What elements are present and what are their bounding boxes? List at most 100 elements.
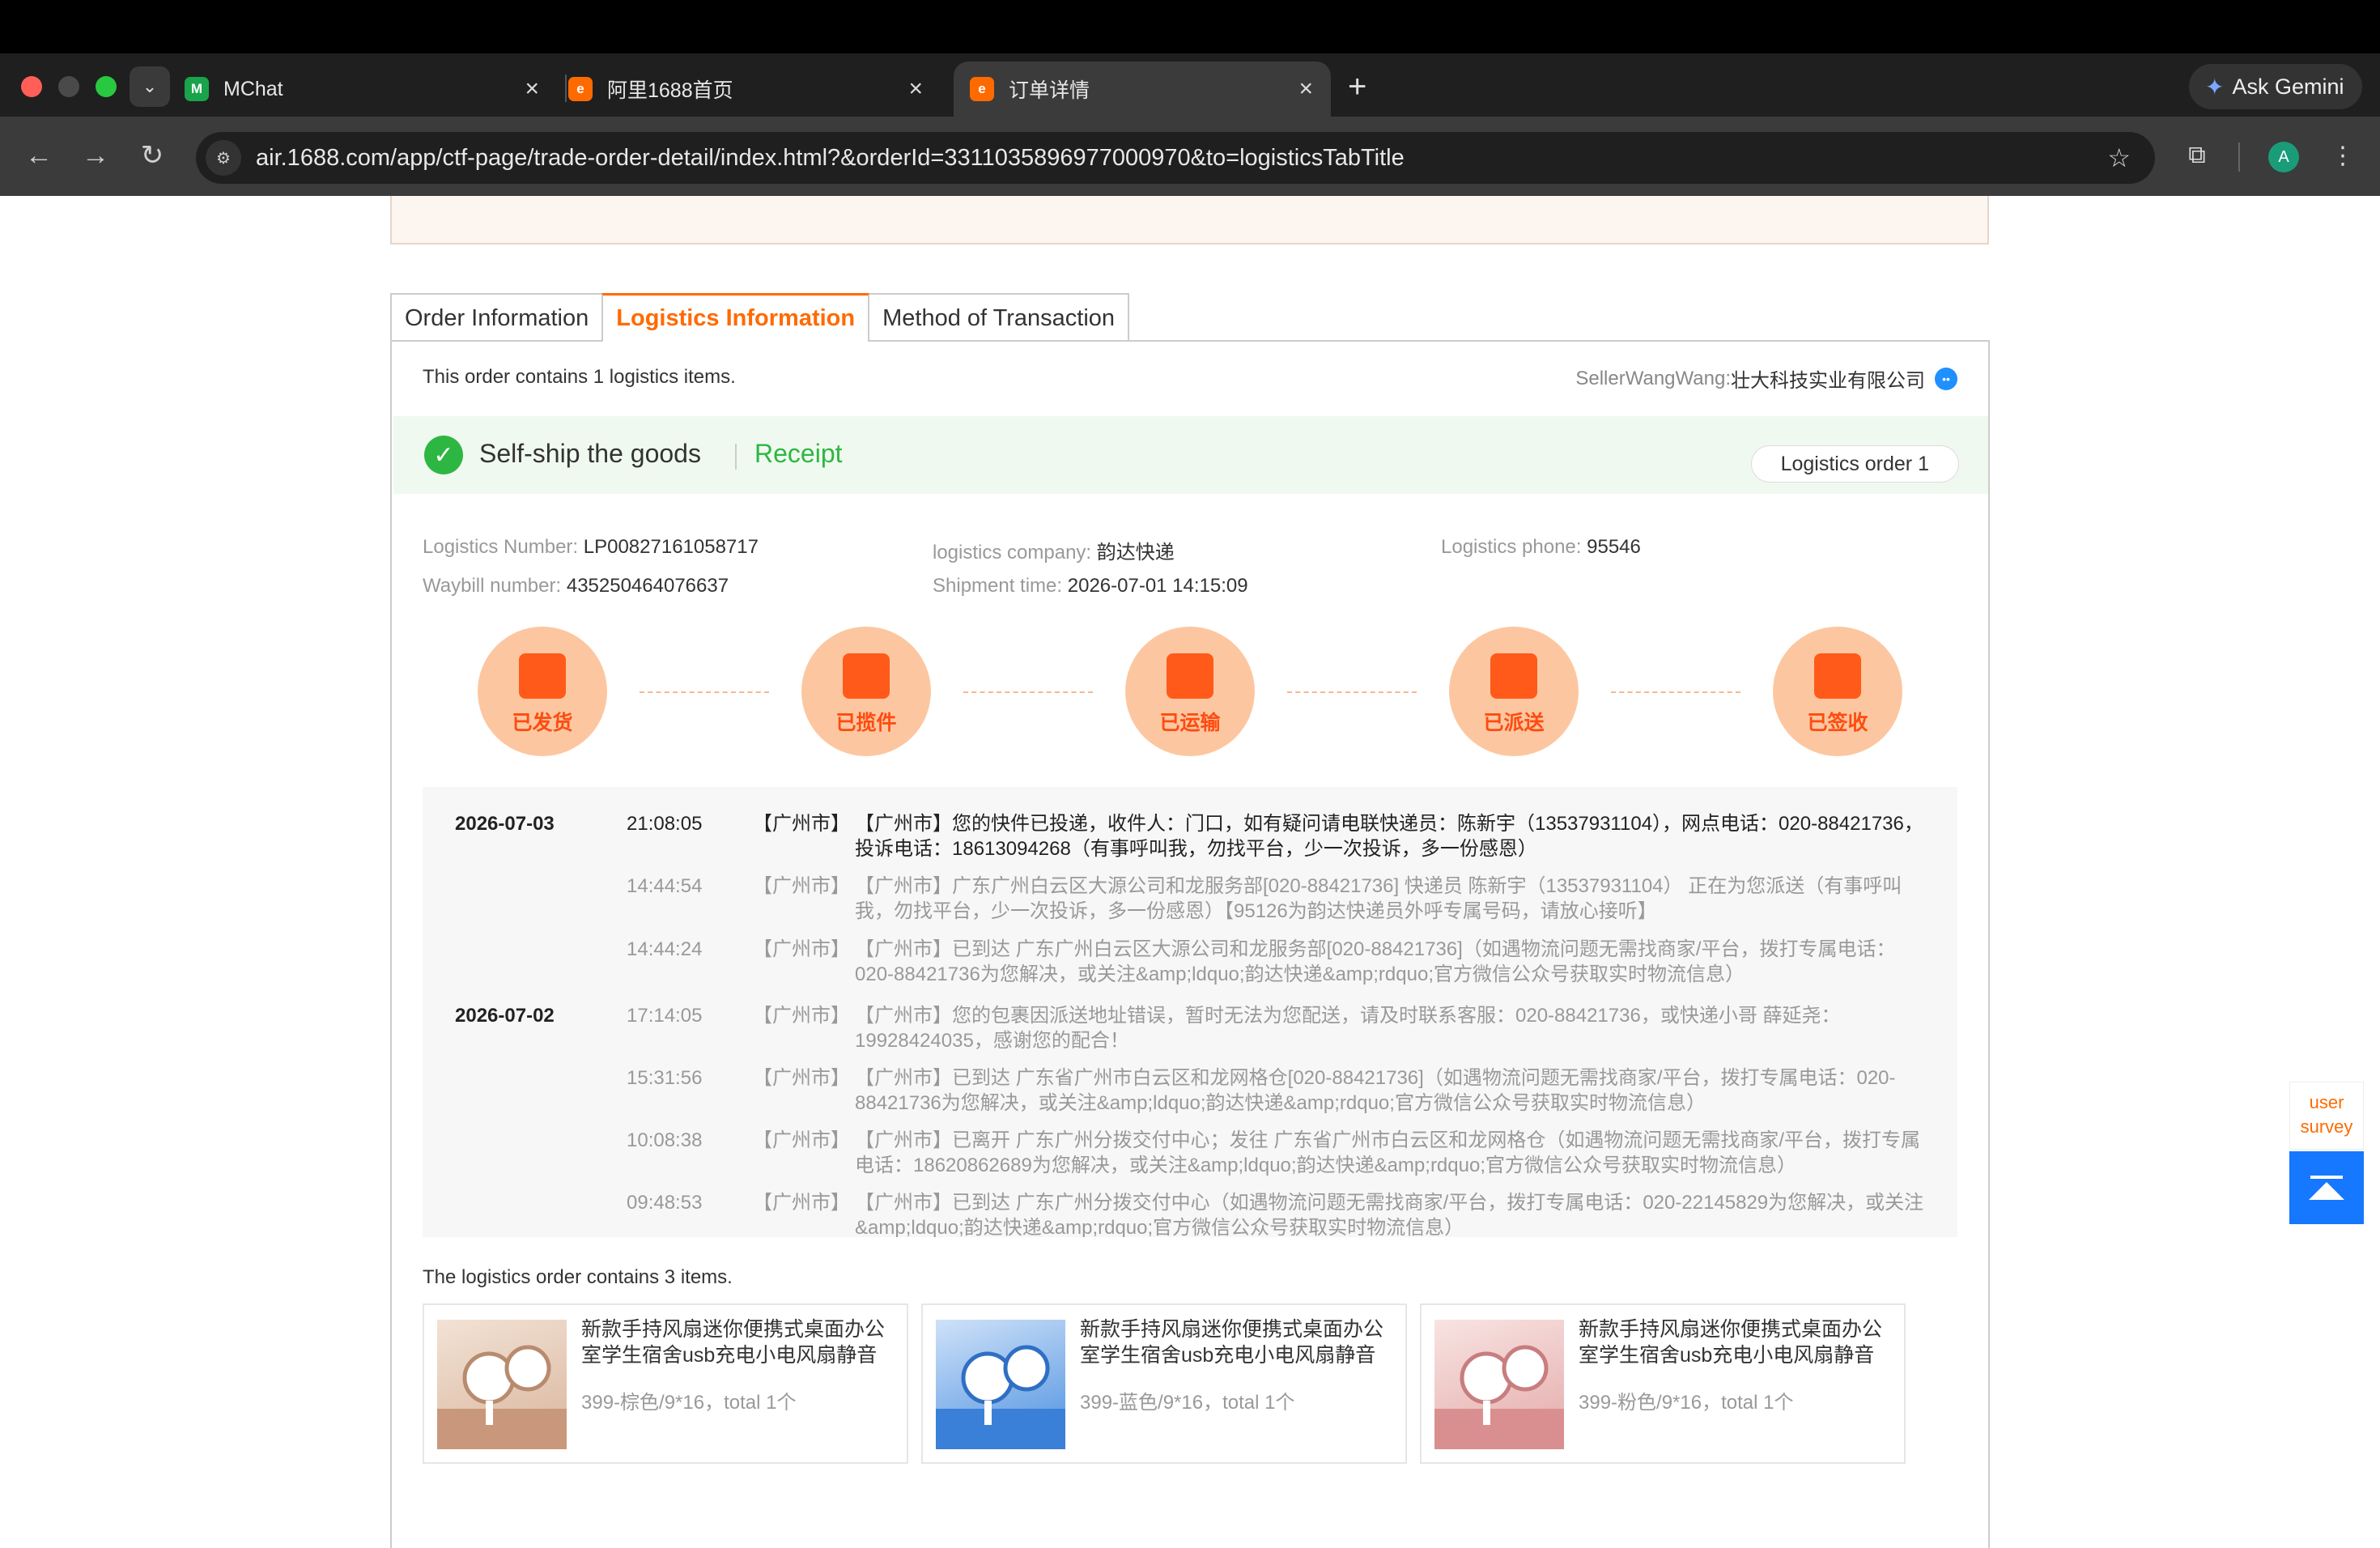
tracking-time: 14:44:24 (627, 938, 703, 960)
product-spec: 399-蓝色/9*16，total 1个 (1080, 1392, 1295, 1414)
tab-method-of-transaction[interactable]: Method of Transaction (868, 293, 1130, 342)
tracking-time: 17:14:05 (627, 1005, 703, 1027)
minimize-window-button[interactable] (58, 76, 79, 97)
logistics-phone: Logistics phone: 95546 (1441, 536, 1641, 559)
back-button[interactable]: ← (19, 136, 58, 175)
reload-button[interactable]: ↻ (133, 136, 172, 175)
profile-avatar[interactable]: A (2268, 142, 2299, 172)
ask-gemini-button[interactable]: ✦ Ask Gemini (2189, 64, 2362, 109)
tracking-city: 【广州市】 (753, 875, 850, 897)
tab-title: 阿里1688首页 (607, 79, 733, 102)
tracking-desc: 【广州市】已到达 广东省广州市白云区和龙网格仓[020-88421736]（如遇… (855, 1067, 1896, 1114)
tab-logistics-information[interactable]: Logistics Information (601, 293, 870, 342)
close-window-button[interactable] (21, 76, 42, 97)
chevron-down-icon: ⌄ (142, 76, 158, 96)
arrow-right-icon: → (82, 139, 109, 171)
address-bar[interactable]: ⚙ air.1688.com/app/ctf-page/trade-order-… (196, 132, 2155, 184)
product-thumbnail[interactable] (936, 1320, 1065, 1449)
step-label: 已派送 (1483, 712, 1545, 734)
tracking-time: 10:08:38 (627, 1129, 703, 1151)
arrow-up-icon (2309, 1182, 2344, 1200)
step-label: 已揽件 (835, 712, 897, 734)
items-count-text: The logistics order contains 3 items. (423, 1266, 733, 1288)
product-name[interactable]: 新款手持风扇迷你便携式桌面办公室学生宿舍usb充电小电风扇静音 (581, 1316, 902, 1368)
shipment-time: Shipment time: 2026-07-01 14:15:09 (933, 575, 1248, 598)
tracking-desc: 【广州市】您的包裹因派送地址错误，暂时无法为您配送，请及时联系客服：020-88… (855, 1005, 1841, 1052)
browser-tab-mchat[interactable]: M MChat × (185, 62, 557, 117)
more-menu-icon[interactable]: ⋮ (2325, 138, 2361, 173)
mchat-favicon-icon: M (185, 77, 209, 101)
fan-image-icon (1434, 1345, 1564, 1449)
tracking-time: 15:31:56 (627, 1067, 703, 1089)
tracking-city: 【广州市】 (753, 1129, 850, 1151)
step-connector (640, 691, 769, 693)
browser-tab-order-detail[interactable]: e 订单详情 × (954, 62, 1331, 117)
tracking-desc: 【广州市】已到达 广东广州分拨交付中心（如遇物流问题无需找商家/平台，拨打专属电… (855, 1192, 1924, 1237)
macos-menubar (0, 0, 2380, 53)
product-card[interactable]: 新款手持风扇迷你便携式桌面办公室学生宿舍usb充电小电风扇静音 399-棕色/9… (423, 1303, 908, 1464)
logistics-count-text: This order contains 1 logistics items. (423, 366, 736, 388)
reload-icon: ↻ (140, 140, 164, 171)
clipboard-list-icon (843, 653, 890, 699)
step-label: 已发货 (512, 712, 573, 734)
tab-order-information[interactable]: Order Information (390, 293, 604, 342)
logistics-company: logistics company: 韵达快递 (933, 536, 1175, 564)
product-spec: 399-粉色/9*16，total 1个 (1579, 1392, 1794, 1414)
truck-icon (1167, 653, 1213, 699)
waybill-number: Waybill number: 435250464076637 (423, 575, 729, 598)
tracking-desc: 【广州市】已到达 广东广州白云区大源公司和龙服务部[020-88421736]（… (855, 938, 1896, 985)
product-card[interactable]: 新款手持风扇迷你便携式桌面办公室学生宿舍usb充电小电风扇静音 399-蓝色/9… (921, 1303, 1407, 1464)
logistics-order-button[interactable]: Logistics order 1 (1750, 445, 1959, 483)
tab-search-button[interactable]: ⌄ (130, 66, 170, 107)
browser-tab-1688-home[interactable]: e 阿里1688首页 × (568, 62, 941, 117)
tab-title: MChat (223, 77, 283, 100)
step-connector (1287, 691, 1417, 693)
user-survey-button[interactable]: user survey (2289, 1082, 2364, 1150)
shipment-time-value: 2026-07-01 14:15:09 (1067, 575, 1248, 597)
tracking-time: 21:08:05 (627, 813, 703, 835)
divider (735, 444, 737, 470)
tracking-history[interactable]: 2026-07-03 21:08:05 【广州市】 【广州市】您的快件已投递，收… (423, 787, 1957, 1237)
product-thumbnail[interactable] (437, 1320, 567, 1449)
tracking-time: 09:48:53 (627, 1192, 703, 1214)
product-name[interactable]: 新款手持风扇迷你便携式桌面办公室学生宿舍usb充电小电风扇静音 (1579, 1316, 1899, 1368)
product-spec: 399-棕色/9*16，total 1个 (581, 1392, 797, 1414)
logistics-number-label: Logistics Number: (423, 536, 579, 558)
1688-favicon-icon: e (970, 77, 994, 101)
tracking-date: 2026-07-02 (455, 1005, 555, 1027)
tracking-desc: 【广州市】您的快件已投递，收件人：门口，如有疑问请电联快递员：陈新宇（13537… (855, 813, 1923, 860)
wangwang-chat-icon[interactable]: •• (1935, 367, 1957, 390)
logistics-phone-label: Logistics phone: (1441, 536, 1582, 558)
logistics-company-value: 韵达快递 (1096, 542, 1175, 563)
seller-name[interactable]: 壮大科技实业有限公司 (1731, 364, 1925, 393)
close-icon[interactable]: × (908, 75, 923, 103)
order-detail-tabs: Order Information Logistics Information … (390, 293, 1130, 342)
order-notice-box (390, 196, 1989, 245)
close-icon[interactable]: × (525, 75, 539, 103)
extensions-puzzle-icon[interactable]: ⧉ (2179, 138, 2215, 173)
url-text[interactable]: air.1688.com/app/ctf-page/trade-order-de… (256, 145, 1405, 172)
seller-label: SellerWangWang: (1575, 367, 1731, 389)
product-name[interactable]: 新款手持风扇迷你便携式桌面办公室学生宿舍usb充电小电风扇静音 (1080, 1316, 1400, 1368)
step-in-transit: 已运输 (1125, 627, 1255, 756)
top-bar-icon (2310, 1176, 2343, 1179)
back-to-top-button[interactable] (2289, 1151, 2364, 1224)
signed-clipboard-icon (1814, 653, 1861, 699)
product-thumbnail[interactable] (1434, 1320, 1564, 1449)
tracking-date: 2026-07-03 (455, 813, 555, 835)
logistics-panel: This order contains 1 logistics items. S… (390, 340, 1990, 1548)
maximize-window-button[interactable] (96, 76, 117, 97)
seller-wangwang: SellerWangWang: 壮大科技实业有限公司 •• (1575, 364, 1957, 393)
tab-separator (565, 74, 567, 102)
page-content: Order Information Logistics Information … (0, 196, 2380, 1548)
new-tab-button[interactable]: + (1348, 66, 1366, 107)
step-connector (963, 691, 1093, 693)
gemini-sparkle-icon: ✦ (2205, 74, 2225, 100)
forward-button[interactable]: → (76, 136, 115, 175)
tracking-desc: 【广州市】已离开 广东广州分拨交付中心；发往 广东省广州市白云区和龙网格仓（如遇… (855, 1129, 1920, 1176)
bookmark-star-icon[interactable]: ☆ (2107, 142, 2131, 173)
toolbar-separator (2238, 142, 2240, 172)
close-icon[interactable]: × (1298, 75, 1313, 103)
product-card[interactable]: 新款手持风扇迷你便携式桌面办公室学生宿舍usb充电小电风扇静音 399-粉色/9… (1420, 1303, 1906, 1464)
site-info-icon[interactable]: ⚙ (206, 140, 241, 176)
